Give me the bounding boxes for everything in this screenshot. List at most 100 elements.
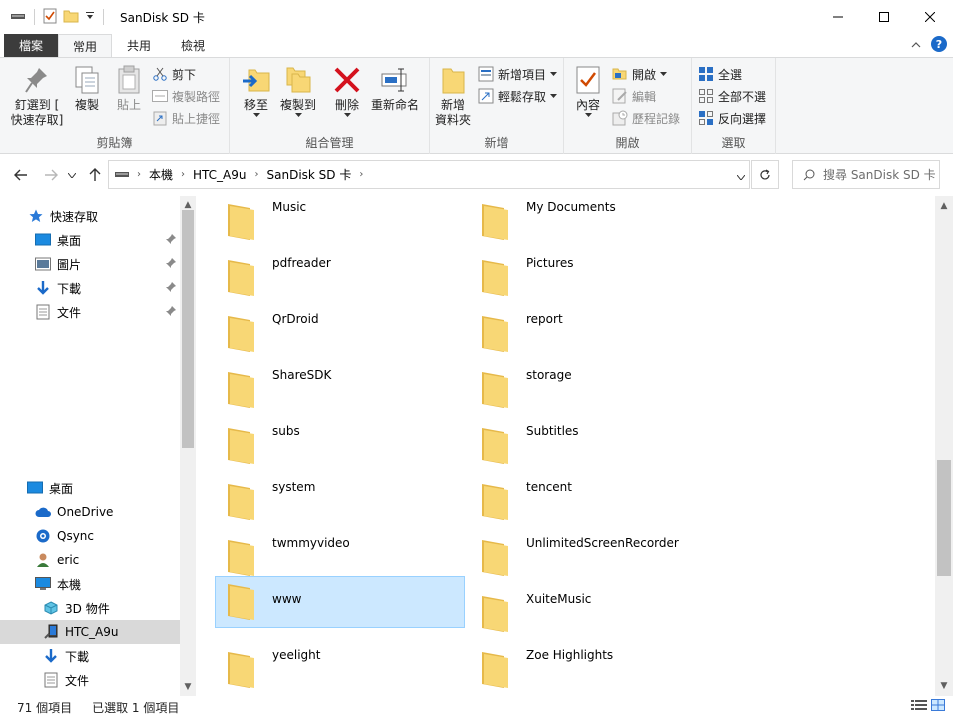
tab-file[interactable]: 檔案 [4,34,58,57]
window-title: SanDisk SD 卡 [120,10,205,25]
cut-button[interactable]: 剪下 [152,64,196,84]
folder-item[interactable]: UnlimitedScreenRecorder [470,532,720,584]
up-button[interactable] [86,166,104,184]
tab-view[interactable]: 檢視 [166,34,220,57]
select-all-icon [698,66,714,82]
select-none-button[interactable]: 全部不選 [698,86,766,106]
copy-path-button[interactable]: 複製路徑 [152,86,220,106]
select-all-button[interactable]: 全選 [698,64,742,84]
maximize-button[interactable] [861,0,907,34]
properties-label: 內容 [575,98,600,112]
folder-item[interactable]: tencent [470,476,720,528]
folder-item[interactable]: XuiteMusic [470,588,720,640]
select-all-label: 全選 [718,67,743,82]
paste-shortcut-button[interactable]: 貼上捷徑 [152,108,220,128]
expand-ribbon-icon[interactable] [911,39,921,53]
copy-button[interactable]: 複製 [70,64,104,113]
paste-label: 貼上 [116,98,141,112]
computer-icon [35,576,51,592]
properties-button[interactable]: 內容 [572,64,604,117]
ribbon: 釘選到 [ 快速存取] 複製 貼上 剪下 複製路徑 貼上捷徑 剪貼簿 移至 複製… [0,57,953,154]
folder-item[interactable]: Pictures [470,252,720,304]
open-button[interactable]: 開啟 [612,64,668,84]
easy-access-button[interactable]: 輕鬆存取 [478,86,558,106]
scroll-thumb[interactable] [182,210,194,448]
move-to-button[interactable]: 移至 [240,64,272,117]
chevron-down-icon [736,174,746,181]
folder-item[interactable]: system [216,476,466,528]
nav-qsync[interactable]: Qsync [0,524,180,548]
recent-locations-button[interactable] [66,166,78,184]
customize-dropdown-icon[interactable] [85,10,95,24]
content-scrollbar[interactable]: ▲ ▼ [935,196,953,696]
history-button[interactable]: 歷程記錄 [612,108,680,128]
breadcrumb-device[interactable]: HTC_A9u [193,168,246,182]
rename-button[interactable]: 重新命名 [368,64,422,113]
maximize-icon [879,12,889,22]
scroll-up-arrow[interactable]: ▲ [935,198,953,214]
folder-item[interactable]: QrDroid [216,308,466,360]
nav-3d-objects[interactable]: 3D 物件 [0,596,180,620]
nav-pinned-pictures[interactable]: 圖片 [0,252,180,276]
back-button[interactable] [12,166,30,184]
scroll-thumb[interactable] [937,460,951,576]
search-box[interactable]: 搜尋 SanDisk SD 卡 [792,160,940,189]
folder-item[interactable]: Subtitles [470,420,720,472]
selected-count: 已選取 1 個項目 [92,701,180,715]
large-icons-view-button[interactable] [931,699,945,714]
details-view-button[interactable] [911,699,927,714]
folder-item[interactable]: storage [470,364,720,416]
new-folder-icon[interactable] [63,8,79,27]
folder-item[interactable]: report [470,308,720,360]
folder-item[interactable]: Music [216,196,466,248]
refresh-button[interactable] [751,160,779,189]
nav-this-pc[interactable]: 本機 [0,572,180,596]
folder-item[interactable]: My Documents [470,196,720,248]
nav-user[interactable]: eric [0,548,180,572]
nav-pinned-desktop[interactable]: 桌面 [0,228,180,252]
move-to-label: 移至 [243,98,268,112]
nav-documents[interactable]: 文件 [0,668,180,692]
folder-item[interactable]: subs [216,420,466,472]
pin-icon [166,305,176,319]
paste-button[interactable]: 貼上 [112,64,146,113]
help-icon[interactable]: ? [931,36,947,55]
breadcrumb-this-pc[interactable]: 本機 [149,166,173,183]
nav-pinned-documents[interactable]: 文件 [0,300,180,324]
easy-access-icon [478,88,494,104]
nav-desktop[interactable]: 桌面 [0,476,180,500]
close-button[interactable] [907,0,953,34]
folder-item[interactable]: pdfreader [216,252,466,304]
invert-selection-button[interactable]: 反向選擇 [698,108,766,128]
delete-button[interactable]: 刪除 [330,64,364,117]
new-item-button[interactable]: 新增項目 [478,64,558,84]
scroll-down-arrow[interactable]: ▼ [935,678,953,694]
pin-quick-access-button[interactable]: 釘選到 [ 快速存取] [8,64,66,128]
address-dropdown[interactable] [736,169,746,183]
scroll-down-arrow[interactable]: ▼ [180,680,196,694]
properties-icon[interactable] [43,8,57,27]
file-list: Music pdfreader QrDroid ShareSDK subs system t… [196,196,935,696]
folder-item[interactable]: www [215,576,465,628]
nav-pinned-downloads[interactable]: 下載 [0,276,180,300]
folder-item[interactable]: Zoe Highlights [470,644,720,696]
new-item-label: 新增項目 [498,67,547,82]
folder-icon [226,480,256,523]
nav-onedrive[interactable]: OneDrive [0,500,180,524]
tab-home[interactable]: 常用 [58,34,112,57]
folder-item[interactable]: yeelight [216,644,466,696]
forward-button[interactable] [42,166,60,184]
copy-path-icon [152,88,168,104]
folder-item[interactable]: ShareSDK [216,364,466,416]
nav-quick-access[interactable]: 快速存取 [0,204,180,228]
edit-button[interactable]: 編輯 [612,86,656,106]
nav-scrollbar[interactable]: ▲ ▼ [180,196,196,696]
nav-device[interactable]: HTC_A9u [0,620,180,644]
nav-downloads[interactable]: 下載 [0,644,180,668]
tab-share[interactable]: 共用 [112,34,166,57]
address-bar[interactable]: › 本機 › HTC_A9u › SanDisk SD 卡 › [108,160,750,189]
minimize-button[interactable] [815,0,861,34]
new-folder-button[interactable]: 新增 資料夾 [434,64,472,128]
copy-to-button[interactable]: 複製到 [276,64,320,117]
breadcrumb-sd-card[interactable]: SanDisk SD 卡 [267,166,352,183]
